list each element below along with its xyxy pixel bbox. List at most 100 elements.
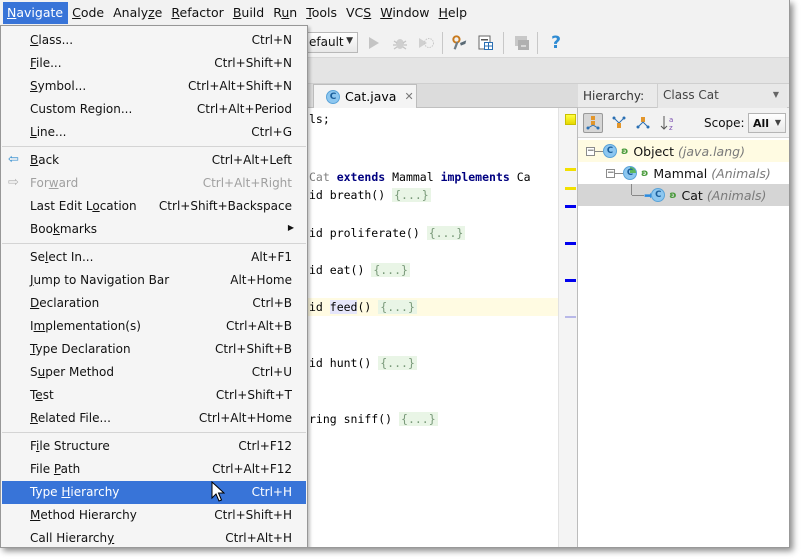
menu-item-method-hierarchy[interactable]: Method Hierarchy Ctrl+Shift+H — [2, 504, 306, 527]
menu-help[interactable]: Help — [435, 2, 473, 24]
menu-item-jump-to-navigation-bar[interactable]: Jump to Navigation Bar Alt+Home — [2, 269, 306, 292]
tree-connector — [615, 172, 623, 174]
menu-item-label: Class... — [30, 33, 74, 47]
code-line: id eat() {...} — [309, 263, 410, 277]
tree-node-cat[interactable]: ➡ C ʚ Cat (Animals) — [578, 184, 789, 206]
run-config-combo[interactable]: efault ▼ — [300, 32, 358, 53]
menu-code[interactable]: Code — [68, 2, 109, 24]
folded-block[interactable]: {...} — [378, 356, 417, 370]
tree-node-package: (Animals) — [706, 187, 767, 203]
menu-item-file[interactable]: File... Ctrl+Shift+N — [2, 52, 306, 75]
menu-item-declaration[interactable]: Declaration Ctrl+B — [2, 292, 306, 315]
warning-status-icon[interactable] — [565, 114, 576, 125]
menu-item-type-declaration[interactable]: Type Declaration Ctrl+Shift+B — [2, 338, 306, 361]
info-mark[interactable] — [565, 279, 576, 282]
hierarchy-label: Hierarchy: — [583, 88, 645, 103]
svg-text:z: z — [669, 124, 673, 131]
folded-block[interactable]: {...} — [392, 188, 431, 202]
menu-item-type-hierarchy[interactable]: Type Hierarchy Ctrl+H — [2, 481, 306, 504]
type-hierarchy-icon[interactable] — [583, 113, 603, 133]
folded-block[interactable]: {...} — [378, 300, 417, 314]
warning-mark[interactable] — [565, 168, 576, 171]
menu-analyze[interactable]: Analyze — [109, 2, 167, 24]
abstract-class-icon: C — [623, 166, 637, 180]
info-mark[interactable] — [565, 316, 576, 318]
tab-cat-java[interactable]: C Cat.java ✕ — [313, 84, 417, 108]
menu-item-forward[interactable]: ⇨ Forward Ctrl+Alt+Right — [2, 172, 306, 195]
menu-item-symbol[interactable]: Symbol... Ctrl+Alt+Shift+N — [2, 75, 306, 98]
mouse-cursor-icon — [211, 481, 225, 502]
scope-combo[interactable]: All ▼ — [748, 113, 786, 133]
menu-item-label: Symbol... — [30, 79, 87, 93]
menu-run[interactable]: Run — [269, 2, 302, 24]
menu-item-back[interactable]: ⇦ Back Ctrl+Alt+Left — [2, 149, 306, 172]
tree-connector — [595, 150, 603, 152]
collapse-icon[interactable]: − — [586, 146, 595, 156]
menu-item-super-method[interactable]: Super Method Ctrl+U — [2, 361, 306, 384]
menu-item-file-structure[interactable]: File Structure Ctrl+F12 — [2, 435, 306, 458]
menu-item-label: Forward — [30, 176, 79, 190]
info-mark[interactable] — [565, 205, 576, 208]
menu-item-file-path[interactable]: File Path Ctrl+Alt+F12 — [2, 458, 306, 481]
tree-node-mammal[interactable]: − C ʚ Mammal (Animals) — [578, 162, 789, 184]
menu-refactor[interactable]: Refactor — [167, 2, 228, 24]
warning-mark[interactable] — [565, 187, 576, 190]
error-stripe[interactable] — [558, 108, 578, 547]
menu-item-related-file[interactable]: Related File... Ctrl+Alt+Home — [2, 407, 306, 430]
menu-window[interactable]: Window — [376, 2, 434, 24]
project-structure-icon[interactable] — [478, 35, 494, 51]
menu-item-label: Call Hierarchy — [30, 531, 115, 545]
settings-icon[interactable] — [452, 35, 468, 51]
menu-item-bookmarks[interactable]: Bookmarks ▶ — [2, 218, 306, 241]
help-icon[interactable]: ? — [548, 33, 564, 53]
menu-item-line[interactable]: Line... Ctrl+G — [2, 121, 306, 144]
menu-item-select-in[interactable]: Select In... Alt+F1 — [2, 246, 306, 269]
info-mark[interactable] — [565, 242, 576, 245]
menu-item-shortcut: Ctrl+Shift+T — [215, 388, 292, 402]
sort-alphabetically-icon[interactable]: az — [658, 113, 678, 133]
tree-node-object[interactable]: − C ʚ Object (java.lang) — [578, 140, 789, 162]
folded-block[interactable]: {...} — [399, 412, 438, 426]
coverage-icon[interactable] — [418, 35, 434, 51]
menu-item-label: Type Hierarchy — [30, 485, 120, 499]
class-icon: C — [651, 188, 666, 202]
hierarchy-combo[interactable]: Class Cat ▼ — [657, 84, 787, 108]
scope-label: Scope: — [704, 116, 745, 130]
folded-block[interactable]: {...} — [426, 226, 466, 240]
supertypes-hierarchy-icon[interactable] — [609, 113, 629, 133]
menu-item-custom-region[interactable]: Custom Region... Ctrl+Alt+Period — [2, 98, 306, 121]
menu-item-label: Custom Region... — [30, 102, 133, 116]
menu-build[interactable]: Build — [229, 2, 269, 24]
menu-item-test[interactable]: Test Ctrl+Shift+T — [2, 384, 306, 407]
menu-navigate[interactable]: Navigate — [3, 2, 69, 24]
menu-item-label: Super Method — [30, 365, 114, 379]
public-access-icon: ʚ — [669, 189, 677, 201]
collapse-icon[interactable]: − — [606, 168, 615, 178]
code-editor[interactable]: ls; Cat extends Mammal implements Ca id … — [300, 108, 558, 547]
menu-item-call-hierarchy[interactable]: Call Hierarchy Ctrl+Alt+H — [2, 527, 306, 547]
ide-window: Navigate Code Analyze Refactor Build Run… — [0, 0, 790, 548]
menu-item-last-edit-location[interactable]: Last Edit Location Ctrl+Shift+Backspace — [2, 195, 306, 218]
run-config-value: efault — [309, 35, 344, 49]
menu-item-label: Declaration — [30, 296, 100, 310]
menu-item-implementation-s[interactable]: Implementation(s) Ctrl+Alt+B — [2, 315, 306, 338]
folded-block[interactable]: {...} — [371, 263, 410, 277]
menu-item-label: Back — [30, 153, 60, 167]
menu-separator — [2, 146, 306, 147]
menu-item-shortcut: Ctrl+Alt+Shift+N — [187, 79, 292, 93]
menu-item-shortcut: Ctrl+Shift+N — [214, 56, 292, 70]
menu-item-shortcut: Ctrl+G — [251, 125, 292, 139]
editor-tab-bar: C Cat.java ✕ — [300, 84, 578, 108]
close-icon[interactable]: ✕ — [404, 90, 413, 103]
menu-vcs[interactable]: VCS — [342, 2, 376, 24]
menu-item-class[interactable]: Class... Ctrl+N — [2, 29, 306, 52]
svg-text:a: a — [669, 116, 673, 124]
menu-item-label: Implementation(s) — [30, 319, 141, 333]
menu-tools[interactable]: Tools — [302, 2, 342, 24]
code-line: id breath() {...} — [309, 188, 431, 202]
sdk-icon[interactable] — [514, 35, 530, 51]
debug-icon[interactable] — [392, 35, 408, 51]
tree-connector — [632, 194, 644, 196]
run-icon[interactable] — [366, 35, 382, 51]
subtypes-hierarchy-icon[interactable] — [633, 113, 653, 133]
